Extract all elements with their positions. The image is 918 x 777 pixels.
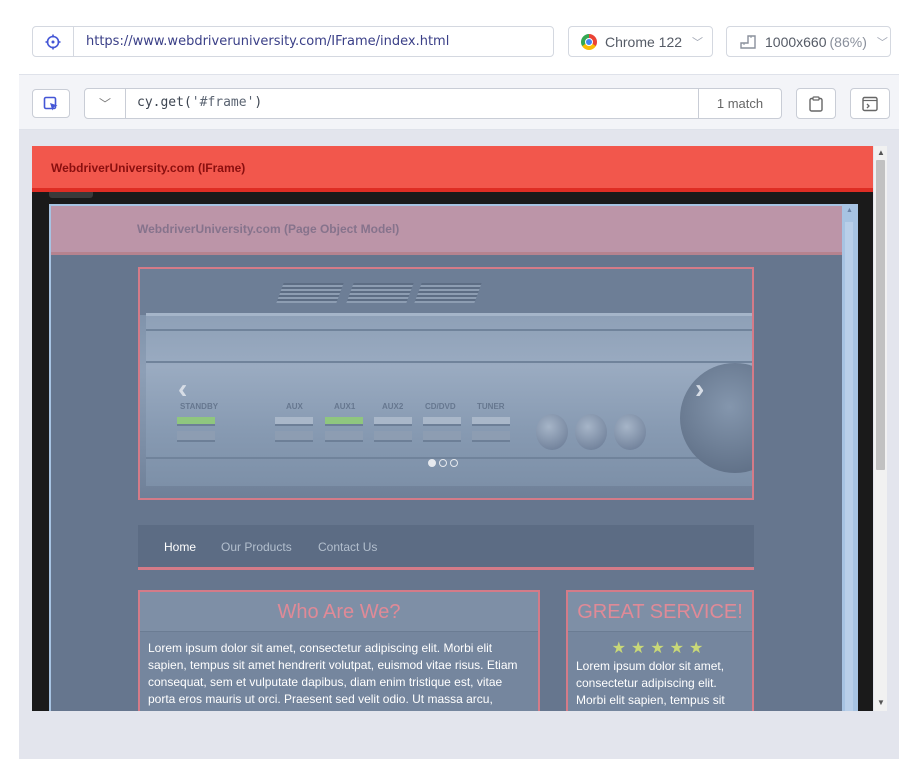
amp-label: AUX xyxy=(286,402,303,411)
header-tab xyxy=(49,192,93,198)
outer-page-title: WebdriverUniversity.com (IFrame) xyxy=(51,161,246,175)
carousel-dot[interactable] xyxy=(439,459,447,467)
copy-button[interactable] xyxy=(796,88,836,119)
browser-selector[interactable]: Chrome 122 ﹀ xyxy=(568,26,713,57)
who-are-we-text: Lorem ipsum dolor sit amet, consectetur … xyxy=(148,641,518,706)
selector-playground: ﹀ cy.get('#frame') 1 match xyxy=(19,74,899,130)
carousel-dot[interactable] xyxy=(450,459,458,467)
chevron-down-icon: ﹀ xyxy=(876,36,888,49)
url-text: https://www.webdriveruniversity.com/IFra… xyxy=(86,34,450,49)
chrome-icon xyxy=(581,33,597,50)
selector-code: cy.get('#frame') xyxy=(137,95,263,110)
volume-knob xyxy=(614,414,646,450)
clipboard-icon xyxy=(809,95,823,112)
print-to-console-button[interactable] xyxy=(850,88,890,119)
scroll-down-arrow-icon[interactable]: ▼ xyxy=(877,698,885,707)
carousel-prev-arrow-icon[interactable]: ‹ xyxy=(178,373,187,405)
nav-home[interactable]: Home xyxy=(164,540,196,554)
browser-label: Chrome 122 xyxy=(605,33,683,50)
amp-label: CD/DVD xyxy=(425,402,456,411)
url-field[interactable]: https://www.webdriveruniversity.com/IFra… xyxy=(32,26,554,57)
zoom-label: (86%) xyxy=(829,33,867,50)
outer-page-header: WebdriverUniversity.com (IFrame) xyxy=(32,146,873,192)
crosshair-icon[interactable] xyxy=(33,27,74,56)
who-are-we-title: Who Are We? xyxy=(277,601,401,623)
volume-knob xyxy=(575,414,607,450)
app-under-test: WebdriverUniversity.com (IFrame) Webdriv… xyxy=(32,146,873,711)
aut-scrollbar[interactable]: ▲ ▼ xyxy=(874,146,887,711)
star-rating: ★★★★★ xyxy=(611,640,709,657)
carousel-dot[interactable] xyxy=(428,459,436,467)
highlighted-iframe[interactable]: WebdriverUniversity.com (Page Object Mod… xyxy=(49,204,858,711)
great-service-title: GREAT SERVICE! xyxy=(577,601,743,623)
scroll-up-arrow-icon[interactable]: ▲ xyxy=(846,207,853,214)
great-service-panel: GREAT SERVICE! ★★★★★ Lorem ipsum dolor s… xyxy=(566,590,754,711)
selector-input[interactable]: ﹀ cy.get('#frame') 1 match xyxy=(84,88,782,119)
amp-label: AUX2 xyxy=(382,402,404,411)
image-carousel[interactable]: STANDBY AUX AUX1 AUX2 CD/DVD TUNER ‹ › xyxy=(138,267,754,500)
match-count: 1 match xyxy=(698,89,781,118)
who-are-we-panel: Who Are We? Lorem ipsum dolor sit amet, … xyxy=(138,590,540,711)
chevron-down-icon: ﹀ xyxy=(692,36,704,49)
navbar: Home Our Products Contact Us xyxy=(138,525,754,570)
inner-page-header: WebdriverUniversity.com (Page Object Mod… xyxy=(51,206,842,255)
viewport-selector[interactable]: 1000x660 (86%) ﹀ xyxy=(726,26,891,57)
select-element-button[interactable] xyxy=(32,89,70,118)
cursor-select-icon xyxy=(43,96,58,110)
great-service-text: Lorem ipsum dolor sit amet, consectetur … xyxy=(576,659,725,707)
amp-label: AUX1 xyxy=(334,402,356,411)
nav-contact-us[interactable]: Contact Us xyxy=(318,540,377,554)
terminal-icon xyxy=(862,96,878,111)
chevron-down-icon[interactable]: ﹀ xyxy=(85,89,126,118)
carousel-indicators xyxy=(428,459,458,467)
aut-preview: WebdriverUniversity.com (IFrame) Webdriv… xyxy=(19,130,899,759)
scrollbar-thumb[interactable] xyxy=(876,160,885,470)
volume-knob xyxy=(536,414,568,450)
amp-label: TUNER xyxy=(477,402,505,411)
iframe-scrollbar[interactable]: ▲ xyxy=(842,206,856,711)
viewport-label: 1000x660 xyxy=(765,33,827,50)
carousel-next-arrow-icon[interactable]: › xyxy=(695,373,704,405)
ruler-icon xyxy=(740,34,756,49)
amplifier-top xyxy=(140,269,752,315)
scroll-up-arrow-icon[interactable]: ▲ xyxy=(877,148,885,157)
inner-page-title: WebdriverUniversity.com (Page Object Mod… xyxy=(137,222,400,236)
url-bar-area: https://www.webdriveruniversity.com/IFra… xyxy=(0,0,918,75)
nav-our-products[interactable]: Our Products xyxy=(221,540,292,554)
